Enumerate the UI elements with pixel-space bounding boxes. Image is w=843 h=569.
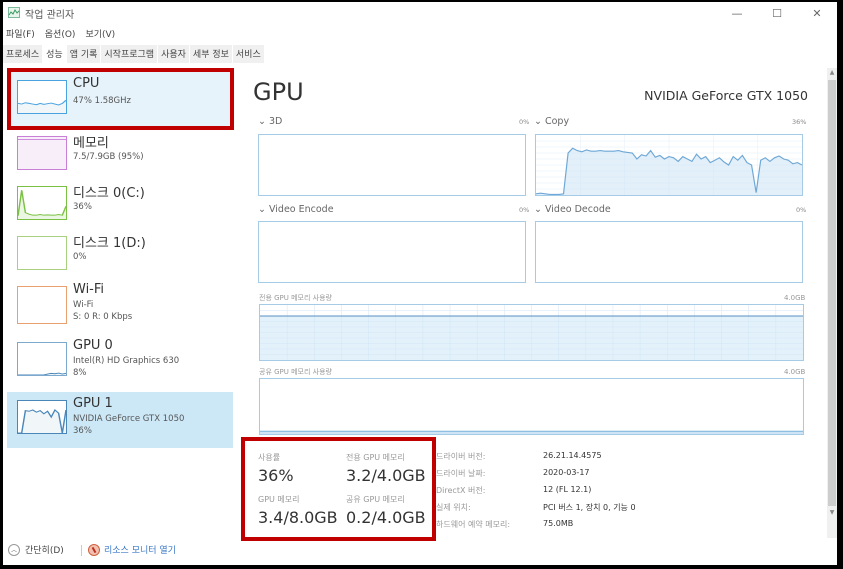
engine-label: Copy (544, 116, 570, 127)
task-manager-window: 작업 관리자 — ☐ ✕ 파일(F) 옵션(O) 보기(V) 프로세스 성능 앱… (3, 2, 837, 565)
scroll-down-icon[interactable]: ▼ (827, 508, 837, 518)
sidebar-item-usage: 36% (73, 426, 92, 436)
engine-copy-selector[interactable]: ⌄ Copy (534, 116, 569, 127)
gpu-model-name: NVIDIA GeForce GTX 1050 (644, 88, 808, 103)
engine-label: Video Encode (268, 204, 334, 215)
driver-date-value: 2020-03-17 (543, 468, 590, 477)
sidebar-item-gpu-1[interactable]: GPU 1 NVIDIA GeForce GTX 1050 36% (7, 392, 233, 448)
stats-highlight-annotation (241, 437, 436, 541)
engine-video-decode-graph (535, 221, 803, 283)
engine-video-decode-selector[interactable]: ⌄ Video Decode (534, 204, 611, 215)
dedicated-memory-graph (259, 304, 804, 361)
tab-performance[interactable]: 성능 (43, 45, 66, 63)
physical-location-label: 실제 위치: (436, 503, 471, 512)
minimize-icon: — (731, 6, 743, 20)
sidebar-item-label: 메모리 (73, 136, 109, 151)
resource-monitor-icon (88, 543, 100, 556)
disk0-thumbnail-graph (17, 186, 67, 220)
memory-thumbnail-graph (17, 136, 67, 170)
close-button[interactable]: ✕ (797, 2, 837, 24)
sidebar-item-disk-1[interactable]: 디스크 1(D:) 0% (7, 228, 233, 284)
scroll-up-icon[interactable]: ▲ (827, 68, 837, 78)
driver-date-label: 드라이버 날짜: (436, 469, 486, 478)
engine-3d-graph (258, 134, 526, 196)
tab-users[interactable]: 사용자 (158, 45, 189, 63)
task-manager-app-icon (8, 7, 20, 18)
shared-memory-label: 공유 GPU 메모리 사용량 (259, 368, 332, 376)
usage-line (18, 190, 66, 216)
chevron-up-icon: ︿ (8, 543, 20, 556)
sidebar-item-detail: 36% (73, 202, 92, 212)
engine-3d-selector[interactable]: ⌄ 3D (258, 116, 282, 127)
engine-video-encode-graph (258, 221, 526, 283)
tab-bar: 프로세스 성능 앱 기록 시작프로그램 사용자 세부 정보 서비스 (3, 45, 265, 63)
shared-memory-max: 4.0GB (784, 368, 806, 376)
tab-services[interactable]: 서비스 (232, 45, 264, 63)
engine-pct: 0% (796, 206, 807, 214)
footer-bar: ︿ 간단히(D) 리소스 모니터 열기 (3, 540, 837, 562)
reserved-memory-label: 하드웨어 예약 메모리: (436, 520, 511, 529)
engine-pct: 36% (792, 118, 807, 126)
tab-processes[interactable]: 프로세스 (3, 45, 43, 63)
sidebar-item-gpu-0[interactable]: GPU 0 Intel(R) HD Graphics 630 8% (7, 334, 233, 390)
cpu-highlight-annotation (7, 68, 234, 130)
title-bar: 작업 관리자 — ☐ ✕ (3, 2, 837, 24)
sidebar-item-detail: 0% (73, 252, 87, 262)
driver-version-value: 26.21.14.4575 (543, 451, 602, 460)
dedicated-memory-label: 전용 GPU 메모리 사용량 (259, 294, 332, 302)
menu-file[interactable]: 파일(F) (6, 26, 35, 42)
sidebar-item-detail: 7.5/7.9GB (95%) (73, 152, 144, 162)
window-title: 작업 관리자 (25, 10, 75, 21)
gpu0-thumbnail-graph (17, 342, 67, 376)
wifi-thumbnail-graph (17, 286, 67, 324)
menu-view[interactable]: 보기(V) (85, 26, 115, 42)
reserved-memory-value: 75.0MB (543, 519, 574, 528)
fewer-details-button[interactable]: ︿ 간단히(D) (8, 543, 64, 556)
directx-version-value: 12 (FL 12.1) (543, 485, 592, 494)
page-title: GPU (253, 78, 304, 106)
close-icon: ✕ (812, 6, 822, 20)
engine-video-encode-selector[interactable]: ⌄ Video Encode (258, 204, 334, 215)
gpu1-thumbnail-graph (17, 400, 67, 434)
footer-divider (81, 545, 82, 556)
tab-app-history[interactable]: 앱 기록 (66, 45, 101, 63)
open-resource-monitor-label: 리소스 모니터 열기 (104, 546, 176, 556)
sidebar-item-label: 디스크 1(D:) (73, 236, 146, 251)
engine-pct: 0% (519, 206, 530, 214)
sidebar-item-throughput: S: 0 R: 0 Kbps (73, 312, 133, 322)
disk1-thumbnail-graph (17, 236, 67, 270)
maximize-button[interactable]: ☐ (757, 2, 797, 24)
sidebar-item-label: GPU 0 (73, 338, 113, 353)
minimize-button[interactable]: — (717, 2, 757, 24)
tab-details[interactable]: 세부 정보 (189, 45, 232, 63)
directx-version-label: DirectX 버전: (436, 486, 486, 495)
driver-version-label: 드라이버 버전: (436, 452, 486, 461)
physical-location-value: PCI 버스 1, 장치 0, 기능 0 (543, 503, 636, 512)
sidebar-item-usage: 8% (73, 368, 87, 378)
sidebar-item-label: Wi-Fi (73, 282, 105, 297)
shared-memory-graph (259, 378, 804, 435)
engine-copy-graph (535, 134, 803, 196)
sidebar-item-label: GPU 1 (73, 396, 113, 411)
engine-label: 3D (268, 116, 283, 127)
open-resource-monitor-link[interactable]: 리소스 모니터 열기 (88, 543, 176, 556)
sidebar-item-detail: NVIDIA GeForce GTX 1050 (73, 414, 185, 424)
sidebar-item-detail: Intel(R) HD Graphics 630 (73, 356, 180, 366)
fewer-details-label: 간단히(D) (25, 546, 64, 556)
sidebar-item-detail: Wi-Fi (73, 300, 94, 310)
sidebar-item-disk-0[interactable]: 디스크 0(C:) 36% (7, 178, 233, 234)
sidebar-item-label: 디스크 0(C:) (73, 186, 145, 201)
resource-sidebar: CPU 47% 1.58GHz 메모리 7.5/7.9GB (95%) 디스크 … (3, 68, 235, 538)
vertical-scrollbar[interactable]: ▲ ▼ (827, 68, 837, 538)
dedicated-memory-max: 4.0GB (784, 294, 806, 302)
engine-pct: 0% (519, 118, 530, 126)
scrollbar-thumb[interactable] (828, 80, 836, 506)
tab-startup[interactable]: 시작프로그램 (101, 45, 158, 63)
sidebar-item-memory[interactable]: 메모리 7.5/7.9GB (95%) (7, 128, 233, 184)
maximize-icon: ☐ (772, 6, 782, 20)
sidebar-item-wifi[interactable]: Wi-Fi Wi-Fi S: 0 R: 0 Kbps (7, 278, 233, 334)
menu-bar: 파일(F) 옵션(O) 보기(V) (6, 26, 115, 42)
menu-options[interactable]: 옵션(O) (45, 26, 76, 42)
engine-label: Video Decode (544, 204, 611, 215)
